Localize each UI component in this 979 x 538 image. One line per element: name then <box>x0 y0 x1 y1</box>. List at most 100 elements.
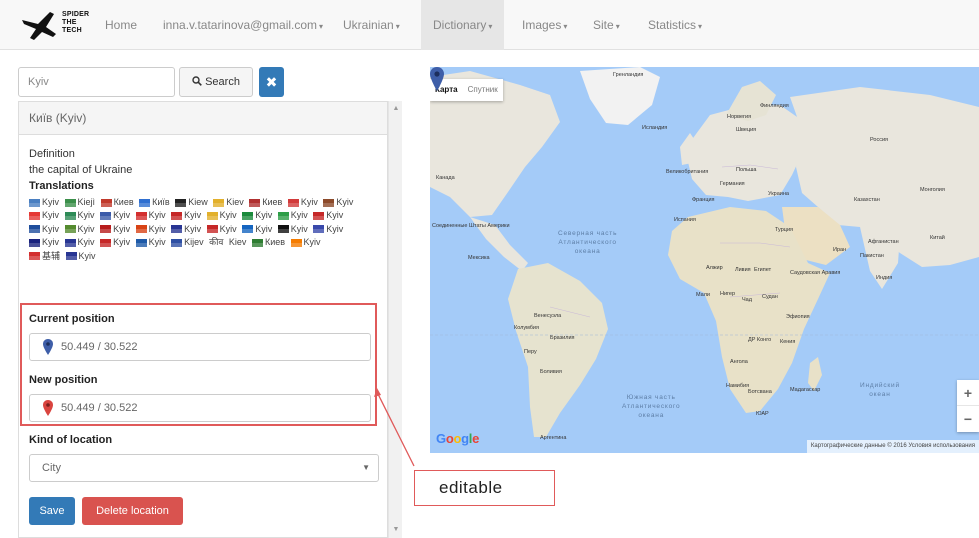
google-logo-letter: o <box>453 431 462 446</box>
map-label: Франция <box>692 197 715 203</box>
translation-text: Kyiv <box>326 223 344 234</box>
translation-text: Kyiv <box>326 210 344 221</box>
scroll-up-icon[interactable]: ▲ <box>389 103 403 115</box>
zoom-in-button[interactable]: + <box>957 380 979 406</box>
map-attribution: Картографические данные © 2016 Условия и… <box>806 440 979 453</box>
save-button[interactable]: Save <box>29 497 75 525</box>
map-label: Польша <box>736 167 757 173</box>
translation-text: Kyiv <box>42 223 60 234</box>
translation-text: Киев <box>262 197 283 207</box>
map-label: Казахстан <box>854 197 880 203</box>
nav-site-label: Site <box>593 18 614 32</box>
nav-home[interactable]: Home <box>105 0 137 50</box>
nav-dictionary-label: Dictionary <box>433 18 487 32</box>
google-logo-letter: G <box>436 431 446 446</box>
map-label: Бразилия <box>550 335 575 341</box>
flag-icon <box>287 198 299 207</box>
kind-of-location-select[interactable]: City ▼ <box>29 454 379 482</box>
translation-item: 基辅 <box>29 251 60 261</box>
map-label: Боливия <box>540 369 562 375</box>
nav-site-menu[interactable]: Site ▾ <box>593 0 620 50</box>
flag-icon <box>242 225 254 234</box>
map-label: Намибия <box>726 383 750 389</box>
flag-icon <box>100 198 112 207</box>
translation-text: Kyiv <box>42 197 60 207</box>
map-label: Украина <box>768 191 789 197</box>
zoom-control: + − <box>957 380 979 432</box>
logo-line: THE <box>62 19 77 26</box>
flag-icon <box>213 198 225 207</box>
translation-item: Kyiv <box>135 237 166 247</box>
map-label: Саудовская Аравия <box>790 270 841 276</box>
translation-text: Київ <box>152 197 170 207</box>
nav-user-menu[interactable]: inna.v.tatarinova@gmail.com ▾ <box>163 0 323 50</box>
map-label: Испания <box>674 217 696 223</box>
chevron-down-icon: ▾ <box>698 22 703 31</box>
nav-home-label: Home <box>105 18 138 32</box>
nav-dictionary-menu[interactable]: Dictionary ▾ <box>421 0 505 50</box>
chevron-down-icon: ▾ <box>488 22 493 31</box>
zoom-out-button[interactable]: − <box>957 406 979 432</box>
translation-item: Kyiv <box>135 224 166 234</box>
translation-item: Kyiv <box>100 237 130 247</box>
map-label: Мадагаскар <box>790 387 821 393</box>
translation-text: Kyiv <box>290 223 308 234</box>
map-label: Исландия <box>642 125 668 131</box>
map-label: Финляндия <box>760 103 789 109</box>
clear-search-button[interactable]: ✖ <box>259 67 284 97</box>
map-view[interactable]: Карта Спутник Гренландия Исландия Норвег… <box>430 67 979 453</box>
scroll-down-icon[interactable]: ▼ <box>389 524 403 536</box>
map-label: Афганистан <box>868 239 899 245</box>
map-label: Германия <box>720 181 745 187</box>
translation-item: Kiev <box>213 197 244 207</box>
translation-item: Kiev <box>229 237 247 247</box>
kind-of-location-value: City <box>42 462 61 474</box>
search-button[interactable]: Search <box>179 67 253 97</box>
map-label: Ангола <box>730 359 748 365</box>
map-label: Судан <box>762 294 778 300</box>
translation-text: Kyiv <box>184 210 202 221</box>
search-icon <box>192 76 202 86</box>
location-marker-icon[interactable] <box>430 67 444 91</box>
flag-icon <box>65 252 77 261</box>
translation-text: कीव <box>209 237 224 248</box>
ocean-label-indian: Индийский океан <box>860 381 900 399</box>
nav-images-menu[interactable]: Images ▾ <box>522 0 567 50</box>
nav-language-label: Ukrainian <box>343 18 394 32</box>
flag-icon <box>313 225 325 234</box>
search-input[interactable] <box>18 67 175 97</box>
map-label: Ботсвана <box>748 389 772 395</box>
map-label: Венесуэла <box>534 313 562 319</box>
site-logo[interactable]: SPIDER THE TECH <box>20 10 90 42</box>
translation-item: Kyiv <box>29 224 59 234</box>
nav-statistics-menu[interactable]: Statistics ▾ <box>648 0 702 50</box>
translation-item: Kyiv <box>171 210 201 220</box>
flag-icon <box>171 225 183 234</box>
flag-icon <box>323 198 335 207</box>
translation-text: Kiejì <box>77 197 96 207</box>
nav-language-menu[interactable]: Ukrainian ▾ <box>343 0 400 50</box>
panel-scrollbar[interactable]: ▲ ▼ <box>388 101 402 538</box>
flag-icon <box>64 225 76 234</box>
map-label: Мексика <box>468 255 490 261</box>
translation-item: Kiew <box>175 197 208 207</box>
map-label: Канада <box>436 175 455 181</box>
translation-text: Kyiv <box>77 223 95 234</box>
definition-text: the capital of Ukraine <box>29 164 133 176</box>
google-logo-letter: e <box>472 431 480 446</box>
delete-location-button[interactable]: Delete location <box>82 497 183 525</box>
map-label: Нигер <box>720 291 736 297</box>
translation-text: Kyiv <box>255 223 273 234</box>
translation-item: Kyiv <box>64 237 95 247</box>
translation-text: Kyiv <box>184 223 202 234</box>
flag-icon <box>64 238 76 247</box>
chevron-down-icon: ▾ <box>615 22 620 31</box>
translation-text: Kyiv <box>113 210 131 221</box>
google-logo-letter: g <box>461 431 469 446</box>
map-type-satellite[interactable]: Спутник <box>463 79 503 101</box>
translation-item: Kyiv <box>242 224 272 234</box>
translation-item: Киев <box>100 197 134 207</box>
translation-item: Kijev <box>171 237 204 247</box>
translation-item: Kyiv <box>135 210 166 220</box>
definition-title: Definition <box>29 148 75 160</box>
